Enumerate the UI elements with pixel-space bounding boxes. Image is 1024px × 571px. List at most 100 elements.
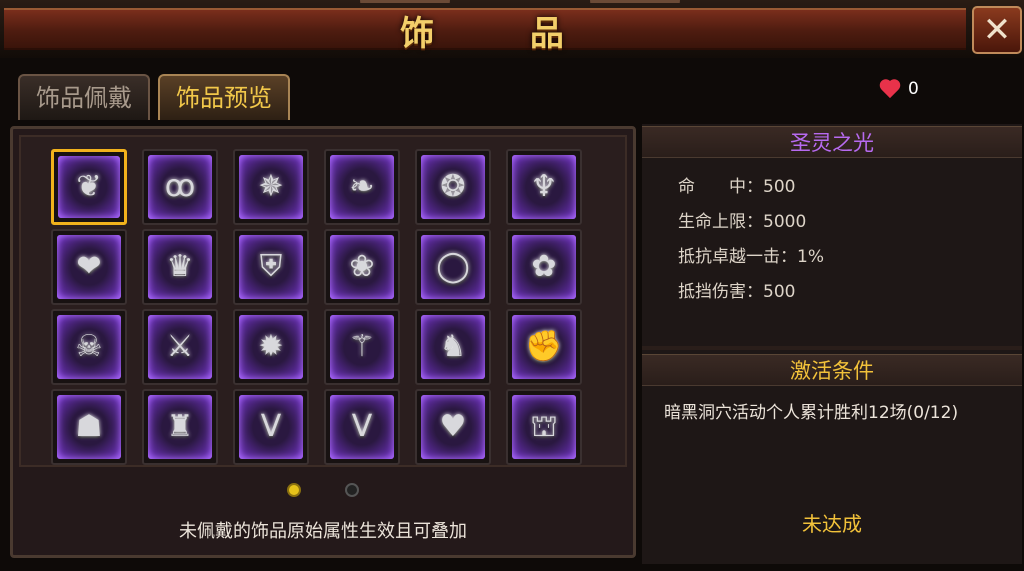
ornament-slot[interactable]: ◯ (415, 229, 491, 305)
pendant-icon: ❦ (76, 169, 102, 204)
title-bar: 饰 品 ✕ (0, 0, 1024, 58)
ornament-slot-bg: Ⅴ (330, 395, 394, 459)
ornament-slot-bg: ❂ (421, 155, 485, 219)
ornament-slot-bg: ❧ (330, 155, 394, 219)
page-dot-1[interactable] (287, 483, 301, 497)
earrings-icon: ꝏ (164, 169, 196, 204)
stat-value: 5000 (763, 212, 807, 232)
tab-ornament-preview[interactable]: 饰品预览 (158, 74, 290, 120)
ornament-slot-bg: Ⅴ (239, 395, 303, 459)
ornament-slot[interactable]: ♜ (142, 389, 218, 465)
ornament-slot-bg: ⛨ (239, 235, 303, 299)
ornament-grid-area: ❦ ꝏ ✵ ❧ ❂ ♆ ❤ ♛ ⛨ ❀ ◯ ✿ ☠ ⚔ ✹ ⚚ ♞ ✊ ☗ ♜ Ⅴ Ⅴ ♥ ⛫ (19, 135, 627, 467)
item-name: 圣灵之光 (642, 126, 1022, 158)
ornament-list-panel: ❦ ꝏ ✵ ❧ ❂ ♆ ❤ ♛ ⛨ ❀ ◯ ✿ ☠ ⚔ ✹ ⚚ ♞ ✊ ☗ ♜ Ⅴ Ⅴ ♥ ⛫ 未佩戴的饰品原始属性生效且可叠… (10, 126, 636, 558)
stat-value: 500 (763, 177, 796, 197)
ornament-slot-bg: ❦ (58, 156, 120, 218)
currency-value: 0 (908, 79, 919, 99)
ornament-slot-bg: ⚔ (148, 315, 212, 379)
winged-pendant-icon: ❧ (349, 169, 375, 204)
dark-heart-icon: ♥ (439, 409, 467, 444)
dragon-head-icon: ♜ (166, 409, 194, 444)
ornament-slot[interactable]: ✹ (233, 309, 309, 385)
ornament-slot-bg: ❤ (57, 235, 121, 299)
tab-wear-ornaments[interactable]: 饰品佩戴 (18, 74, 150, 120)
gauntlet-icon: ✊ (525, 329, 563, 364)
ring-icon: ◯ (436, 249, 470, 284)
activation-status: 未达成 (802, 512, 862, 536)
ornament-slot-bg: ☠ (57, 315, 121, 379)
ornament-slot-bg: ⛫ (512, 395, 576, 459)
stat-value: 500 (763, 282, 796, 302)
ornament-slot-bg: ♛ (148, 235, 212, 299)
stat-row: 抵抗卓越一击： 1% (678, 246, 824, 281)
stat-value: 1% (797, 247, 824, 267)
ornament-slot[interactable]: ☠ (51, 309, 127, 385)
hint-text: 未佩戴的饰品原始属性生效且可叠加 (179, 521, 467, 542)
stat-row: 命 中： 500 (678, 176, 824, 211)
ornament-slot[interactable]: ❤ (51, 229, 127, 305)
ornament-slot[interactable]: ☗ (51, 389, 127, 465)
stat-row: 抵挡伤害： 500 (678, 281, 824, 316)
spiked-orb-icon: ✹ (258, 329, 284, 364)
ornament-slot[interactable]: ❧ (324, 149, 400, 225)
ornament-slot[interactable]: ✿ (506, 229, 582, 305)
ornament-slot-bg: ☗ (57, 395, 121, 459)
ornament-slot-bg: ♜ (148, 395, 212, 459)
ornament-slot[interactable]: ꝏ (142, 149, 218, 225)
ornament-slot[interactable]: ♆ (506, 149, 582, 225)
scepter-icon: ⚚ (348, 329, 376, 364)
ornament-grid: ❦ ꝏ ✵ ❧ ❂ ♆ ❤ ♛ ⛨ ❀ ◯ ✿ ☠ ⚔ ✹ ⚚ ♞ ✊ ☗ ♜ Ⅴ Ⅴ ♥ ⛫ (51, 149, 584, 467)
ornament-slot[interactable]: ✊ (506, 309, 582, 385)
ornament-slot[interactable]: ♛ (142, 229, 218, 305)
star-medallion-icon: ✵ (258, 169, 284, 204)
stat-label: 生命上限： (678, 212, 763, 232)
ornament-slot-bg: ✹ (239, 315, 303, 379)
close-x-icon: ✕ (982, 10, 1012, 50)
chalice-icon: ♆ (530, 169, 558, 204)
ornament-slot[interactable]: ❦ (51, 149, 127, 225)
page-dot-2[interactable] (345, 483, 359, 497)
ornament-slot-bg: ⚚ (330, 315, 394, 379)
armored-helm-icon: ⛫ (530, 409, 558, 444)
v-crest-icon: Ⅴ (351, 409, 373, 444)
stat-row: 生命上限： 5000 (678, 211, 824, 246)
stat-label: 抵挡伤害： (678, 282, 763, 302)
ornament-slot-bg: ♆ (512, 155, 576, 219)
ornament-slot-bg: ♞ (421, 315, 485, 379)
hood-icon: ☗ (75, 409, 103, 444)
demon-mask-icon: ☠ (75, 329, 103, 364)
ornament-slot[interactable]: ⛨ (233, 229, 309, 305)
ornament-slot[interactable]: ⚔ (142, 309, 218, 385)
ornament-slot-bg: ✊ (512, 315, 576, 379)
thorn-ring-icon: ❂ (440, 169, 466, 204)
ornament-slot[interactable]: ✵ (233, 149, 309, 225)
feather-charm-icon: ❀ (349, 249, 375, 284)
section-divider (642, 346, 1022, 350)
stat-list: 命 中： 500 生命上限： 5000 抵抗卓越一击： 1% 抵挡伤害： 500 (678, 176, 824, 316)
page-indicator (13, 483, 633, 497)
ornament-slot-bg: ✵ (239, 155, 303, 219)
ornament-slot-bg: ♥ (421, 395, 485, 459)
ornament-slot-bg: ✿ (512, 235, 576, 299)
condition-title: 激活条件 (642, 354, 1022, 386)
ornament-slot[interactable]: ❂ (415, 149, 491, 225)
currency-display: 0 (878, 78, 919, 100)
bird-pendant-icon: ♞ (439, 329, 467, 364)
flower-pendant-icon: ✿ (531, 249, 557, 284)
ornament-detail-panel: 圣灵之光 命 中： 500 生命上限： 5000 抵抗卓越一击： 1% 抵挡伤害… (642, 124, 1022, 564)
crown-icon: ♛ (166, 249, 194, 284)
ornament-slot[interactable]: ⛫ (506, 389, 582, 465)
ornament-slot[interactable]: ❀ (324, 229, 400, 305)
ornament-slot[interactable]: ♥ (415, 389, 491, 465)
blade-charm-icon: ⚔ (166, 329, 194, 364)
stat-label: 抵抗卓越一击： (678, 247, 797, 267)
close-button[interactable]: ✕ (972, 6, 1022, 54)
ornament-slot[interactable]: Ⅴ (324, 389, 400, 465)
shield-crest-icon: ⛨ (259, 249, 283, 284)
stat-label: 命 中： (678, 177, 763, 197)
ornament-slot[interactable]: ♞ (415, 309, 491, 385)
ornament-slot[interactable]: Ⅴ (233, 389, 309, 465)
heart-icon (878, 78, 902, 100)
ornament-slot[interactable]: ⚚ (324, 309, 400, 385)
